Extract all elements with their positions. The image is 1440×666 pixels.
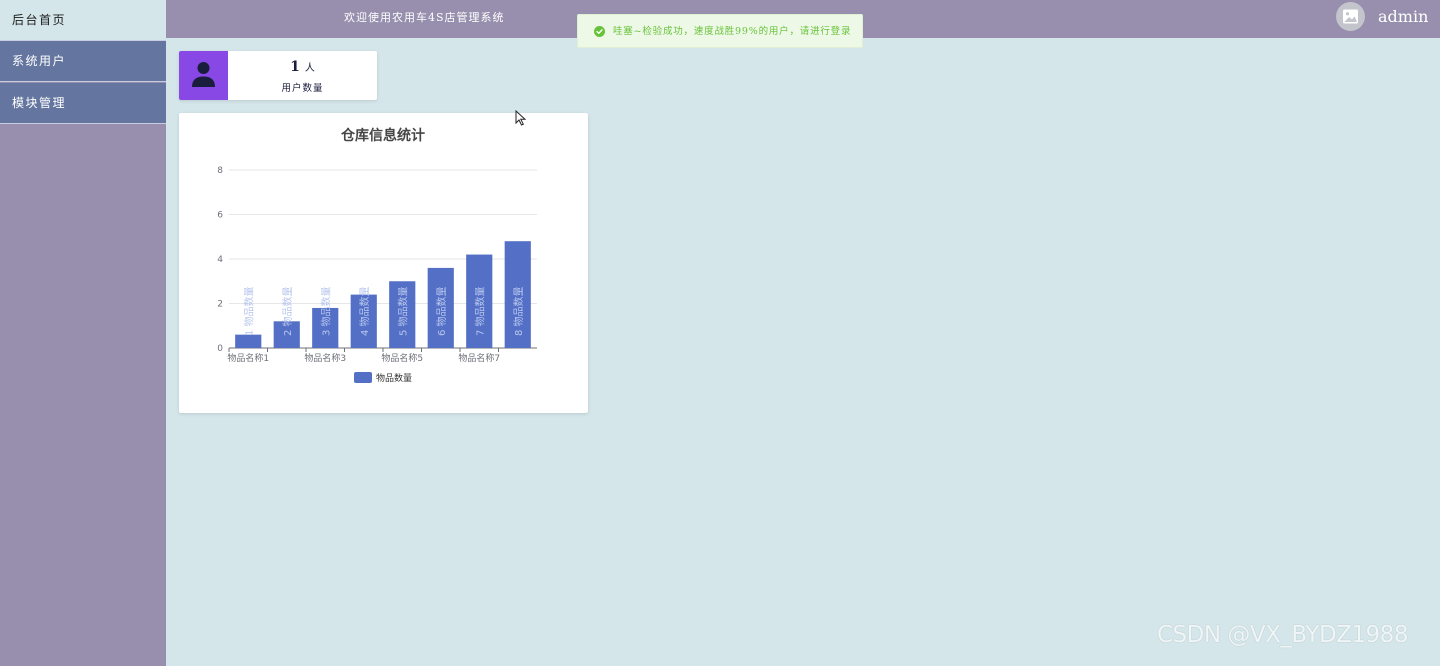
bar-value-label: 7 物品数量	[473, 286, 486, 336]
stat-icon-box	[179, 51, 228, 100]
y-tick-label: 8	[217, 166, 223, 176]
watermark: CSDN @VX_BYDZ1988	[1157, 622, 1408, 648]
y-tick-label: 4	[217, 255, 223, 265]
x-tick-label: 物品名称1	[227, 352, 269, 364]
bar-value-label: 5 物品数量	[396, 286, 409, 336]
bar-value-label: 3 物品数量	[319, 286, 332, 336]
sidebar-item-home[interactable]: 后台首页	[0, 0, 166, 41]
warehouse-chart-card: 仓库信息统计 0 2 4 6 8 1 物品数量 2 物品数量 3 物品数量 4 物品数量 5 物品…	[179, 113, 588, 413]
y-tick-label: 0	[217, 344, 223, 354]
user-count-number: 1	[290, 59, 300, 75]
legend-swatch	[354, 372, 372, 383]
y-tick-label: 6	[217, 211, 223, 221]
user-count-value: 1人	[228, 59, 377, 75]
bar-value-label: 4 物品数量	[358, 286, 371, 336]
success-toast: 哇塞~检验成功，速度战胜99%的用户，请进行登录	[577, 14, 863, 48]
user-count-card: 1人 用户数量	[179, 51, 377, 100]
username[interactable]: admin	[1378, 0, 1428, 34]
sidebar: 后台首页 系统用户 模块管理	[0, 0, 166, 666]
x-tick-label: 物品名称5	[381, 352, 423, 364]
legend-label: 物品数量	[376, 372, 412, 384]
sidebar-item-module-management[interactable]: 模块管理	[0, 83, 166, 124]
toast-message: 哇塞~检验成功，速度战胜99%的用户，请进行登录	[613, 26, 852, 37]
bar-value-label: 8 物品数量	[512, 286, 525, 336]
image-icon	[1343, 9, 1358, 24]
sidebar-item-system-users[interactable]: 系统用户	[0, 41, 166, 82]
user-count-unit: 人	[304, 63, 315, 74]
bar-value-label: 2 物品数量	[281, 286, 294, 336]
chart-title: 仓库信息统计	[340, 127, 425, 144]
mouse-cursor-icon	[515, 110, 526, 126]
user-count-label: 用户数量	[281, 83, 324, 94]
avatar[interactable]	[1336, 2, 1365, 31]
check-circle-icon	[594, 26, 605, 37]
x-tick-label: 物品名称3	[304, 352, 346, 364]
app-title: 欢迎使用农用车4S店管理系统	[344, 11, 505, 24]
x-tick-label: 物品名称7	[458, 352, 500, 364]
bar-value-label: 1 物品数量	[242, 286, 255, 336]
user-icon	[192, 62, 215, 87]
bar-value-label: 6 物品数量	[435, 286, 448, 336]
y-tick-label: 2	[217, 300, 223, 310]
warehouse-bar-chart: 仓库信息统计 0 2 4 6 8 1 物品数量 2 物品数量 3 物品数量 4 物品数量 5 物品…	[217, 127, 537, 384]
